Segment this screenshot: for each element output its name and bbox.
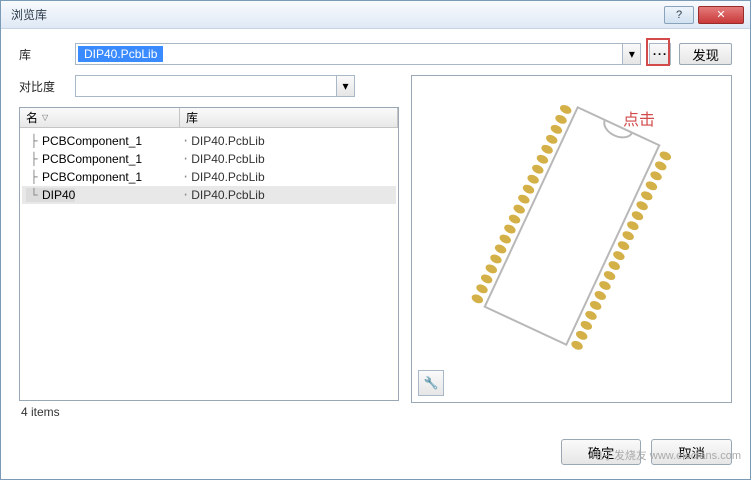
library-combo[interactable]: DIP40.PcbLib ▾ (75, 43, 641, 65)
list-item[interactable]: ├PCBComponent_1·DIP40.PcbLib (22, 132, 396, 150)
preview-panel: 点击 🔧 (411, 75, 732, 403)
component-list: 名 ▽ 库 ├PCBComponent_1·DIP40.PcbLib├PCBCo… (19, 107, 399, 401)
configure-preview-button[interactable]: 🔧 (418, 370, 444, 396)
items-count: 4 items (19, 401, 399, 423)
column-header-lib-text: 库 (186, 109, 198, 126)
contrast-row: 对比度 ▾ (19, 75, 399, 97)
annotation-highlight (646, 38, 670, 66)
list-item-lib-cell: ·DIP40.PcbLib (182, 134, 392, 148)
discover-button[interactable]: 发现 (679, 43, 732, 65)
list-item[interactable]: ├PCBComponent_1·DIP40.PcbLib (22, 150, 396, 168)
list-item-name: PCBComponent_1 (42, 152, 142, 166)
column-header-name-text: 名 (26, 109, 38, 126)
library-row: 库 DIP40.PcbLib ▾ ··· 发现 (19, 43, 732, 65)
list-item-lib-cell: ·DIP40.PcbLib (182, 188, 392, 202)
list-item-lib: DIP40.PcbLib (191, 188, 264, 202)
tree-branch-icon: ├ (26, 134, 42, 148)
column-header-lib[interactable]: 库 (180, 108, 398, 127)
list-item-name: PCBComponent_1 (42, 170, 142, 184)
component-preview-icon (444, 82, 700, 370)
tree-branch-icon: ├ (26, 152, 42, 166)
titlebar[interactable]: 浏览库 ? ✕ (1, 1, 750, 29)
list-item-name-cell: ├PCBComponent_1 (26, 152, 182, 166)
list-item-lib: DIP40.PcbLib (191, 170, 264, 184)
contrast-combo[interactable]: ▾ (75, 75, 355, 97)
library-combo-value: DIP40.PcbLib (78, 46, 163, 62)
sort-asc-icon: ▽ (42, 113, 48, 122)
wrench-icon: 🔧 (424, 376, 439, 390)
window-controls: ? ✕ (664, 6, 744, 24)
list-item-name-cell: └DIP40 (26, 188, 182, 202)
chevron-down-icon[interactable]: ▾ (622, 44, 640, 64)
list-item-lib: DIP40.PcbLib (191, 134, 264, 148)
dialog-body: 库 DIP40.PcbLib ▾ ··· 发现 对比度 ▾ (1, 29, 750, 429)
list-item-lib-cell: ·DIP40.PcbLib (182, 170, 392, 184)
help-button[interactable]: ? (664, 6, 694, 24)
list-item[interactable]: ├PCBComponent_1·DIP40.PcbLib (22, 168, 396, 186)
list-item-lib: DIP40.PcbLib (191, 152, 264, 166)
preview-canvas[interactable]: 点击 (418, 82, 725, 370)
list-item-lib-cell: ·DIP40.PcbLib (182, 152, 392, 166)
list-item-name-cell: ├PCBComponent_1 (26, 170, 182, 184)
list-item-name: DIP40 (42, 188, 75, 202)
list-item-name: PCBComponent_1 (42, 134, 142, 148)
column-header-name[interactable]: 名 ▽ (20, 108, 180, 127)
contrast-label: 对比度 (19, 78, 67, 95)
window-title: 浏览库 (7, 6, 664, 23)
dialog-window: 浏览库 ? ✕ 库 DIP40.PcbLib ▾ ··· 发现 对比度 (0, 0, 751, 480)
list-header: 名 ▽ 库 (20, 108, 398, 128)
chevron-down-icon[interactable]: ▾ (336, 76, 354, 96)
cancel-button[interactable]: 取消 (651, 439, 732, 465)
list-body: ├PCBComponent_1·DIP40.PcbLib├PCBComponen… (20, 128, 398, 208)
list-item-name-cell: ├PCBComponent_1 (26, 134, 182, 148)
tree-branch-icon: └ (26, 188, 42, 202)
library-label: 库 (19, 46, 67, 63)
dialog-footer: 确定 取消 (1, 429, 750, 479)
list-item[interactable]: └DIP40·DIP40.PcbLib (22, 186, 396, 204)
close-button[interactable]: ✕ (698, 6, 744, 24)
tree-branch-icon: ├ (26, 170, 42, 184)
ok-button[interactable]: 确定 (561, 439, 642, 465)
